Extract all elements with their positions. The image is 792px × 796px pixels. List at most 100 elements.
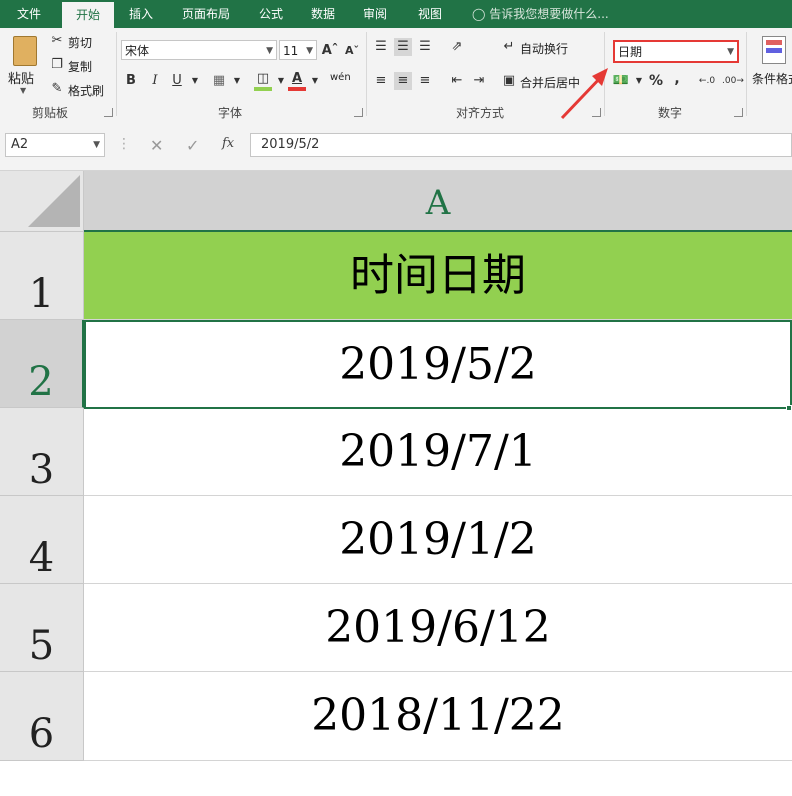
more-options-icon: ⋮ [117,136,131,152]
chevron-down-icon[interactable]: ▼ [228,72,246,90]
phonetic-button[interactable]: wén [330,72,351,83]
row-header-6[interactable]: 6 [0,672,84,761]
percent-style-button[interactable]: % [647,72,665,90]
annotation-arrow-icon [560,68,608,120]
underline-button[interactable]: U [168,72,186,90]
divider [366,32,367,116]
tell-me-text: 告诉我您想要做什么... [489,7,609,21]
name-box[interactable]: A2 ▼ [5,133,105,157]
chevron-down-icon: ▼ [727,47,734,57]
select-all-triangle-icon [28,175,80,227]
conditional-formatting-icon [762,36,786,64]
conditional-formatting-button[interactable]: 条件格式 [752,70,792,87]
orientation-icon[interactable]: ⇗ [448,38,466,56]
border-icon[interactable]: ▦ [210,72,228,90]
tab-home[interactable]: 开始 [62,2,114,28]
row-header-2[interactable]: 2 [0,320,84,408]
ribbon-tab-bar: 文件 开始 插入 页面布局 公式 数据 审阅 视图 ◯ 告诉我您想要做什么... [0,0,792,28]
tab-page-layout[interactable]: 页面布局 [170,0,242,28]
align-left-icon[interactable]: ≡ [372,72,390,90]
formula-input[interactable]: 2019/5/2 [250,133,792,157]
italic-button[interactable]: I [146,72,164,90]
chevron-down-icon: ▼ [93,140,100,150]
copy-icon: ❐ [51,57,63,72]
align-center-icon[interactable]: ≡ [394,72,412,90]
row-header-5[interactable]: 5 [0,584,84,672]
worksheet-grid: A 1 时间日期 2 2019/5/2 3 2019/7/1 4 2019/1/… [0,171,792,761]
font-name-select[interactable]: 宋体 ▼ [121,40,277,60]
tab-file[interactable]: 文件 [0,0,58,28]
alignment-group-label: 对齐方式 [455,106,504,120]
lightbulb-icon: ◯ [472,7,486,21]
font-color-bar [288,87,306,91]
row-header-4[interactable]: 4 [0,496,84,584]
chevron-down-icon[interactable]: ▼ [630,72,648,90]
cell-a2[interactable]: 2019/5/2 [84,320,792,409]
cell-a4[interactable]: 2019/1/2 [84,496,792,584]
enter-icon[interactable]: ✓ [186,136,199,155]
number-group-label: 数字 [657,106,682,120]
decrease-indent-icon[interactable]: ⇤ [448,72,466,90]
cancel-icon[interactable]: ✕ [150,136,163,155]
increase-font-icon[interactable]: Aˆ [321,42,339,60]
format-painter-icon: ✎ [51,81,63,96]
wrap-text-icon: ↵ [503,39,515,54]
tab-view[interactable]: 视图 [404,0,456,28]
clipboard-launcher-icon[interactable] [104,108,113,117]
font-size-value: 11 [283,44,299,58]
cell-a5[interactable]: 2019/6/12 [84,584,792,672]
chevron-down-icon: ▼ [306,46,313,56]
merge-center-icon: ▣ [502,73,516,88]
tab-review[interactable]: 审阅 [352,0,398,28]
column-header-a[interactable]: A [84,171,792,232]
divider [116,32,117,116]
chevron-down-icon[interactable]: ▼ [186,72,204,90]
tell-me-box[interactable]: ◯ 告诉我您想要做什么... [472,0,609,28]
select-all-button[interactable] [0,171,84,232]
number-format-select[interactable]: 日期 ▼ [613,40,739,63]
row-header-1[interactable]: 1 [0,232,84,320]
paste-label: 粘贴 [8,72,35,87]
align-top-icon[interactable]: ☰ [372,38,390,56]
font-launcher-icon[interactable] [354,108,363,117]
chevron-down-icon: ▼ [266,46,273,56]
decrease-font-icon[interactable]: Aˇ [343,42,361,60]
clipboard-icon [13,36,37,66]
fill-color-icon[interactable]: ◫ [254,70,272,88]
align-middle-icon[interactable]: ☰ [394,38,412,56]
cell-a6[interactable]: 2018/11/22 [84,672,792,761]
name-box-value: A2 [11,137,29,152]
ribbon-home: 粘贴 ▼ ✂ 剪切 ❐ 复制 ✎ 格式刷 剪贴板 宋体 ▼ 11 ▼ Aˆ Aˇ B… [0,28,792,125]
tab-formulas[interactable]: 公式 [248,0,294,28]
number-launcher-icon[interactable] [734,108,743,117]
formula-bar: A2 ▼ ⋮ ✕ ✓ fx 2019/5/2 [0,124,792,171]
font-group-label: 字体 [217,106,242,120]
font-name-value: 宋体 [125,44,150,58]
increase-decimal-icon[interactable]: ←.0 [698,72,716,90]
align-right-icon[interactable]: ≡ [416,72,434,90]
clipboard-group-label: 剪贴板 [31,106,68,120]
chevron-down-icon[interactable]: ▼ [306,72,324,90]
copy-button[interactable]: 复制 [68,58,92,75]
number-format-value: 日期 [618,45,643,59]
align-bottom-icon[interactable]: ☰ [416,38,434,56]
divider [746,32,747,116]
font-size-select[interactable]: 11 ▼ [279,40,317,60]
row-header-3[interactable]: 3 [0,408,84,496]
comma-style-button[interactable]: , [668,70,686,88]
increase-indent-icon[interactable]: ⇥ [470,72,488,90]
tab-insert[interactable]: 插入 [118,0,164,28]
cell-a3[interactable]: 2019/7/1 [84,408,792,496]
tab-data[interactable]: 数据 [300,0,346,28]
bold-button[interactable]: B [122,72,140,90]
font-color-icon[interactable]: A [288,70,306,88]
scissors-icon: ✂ [51,33,63,48]
cell-a1[interactable]: 时间日期 [84,232,792,320]
fill-color-bar [254,87,272,91]
wrap-text-button[interactable]: 自动换行 [520,40,568,57]
cut-button[interactable]: 剪切 [68,34,92,51]
format-painter-button[interactable]: 格式刷 [68,82,104,99]
paste-button[interactable]: 粘贴 ▼ [6,34,44,98]
insert-function-icon[interactable]: fx [222,136,234,151]
decrease-decimal-icon[interactable]: .00→ [722,72,744,90]
